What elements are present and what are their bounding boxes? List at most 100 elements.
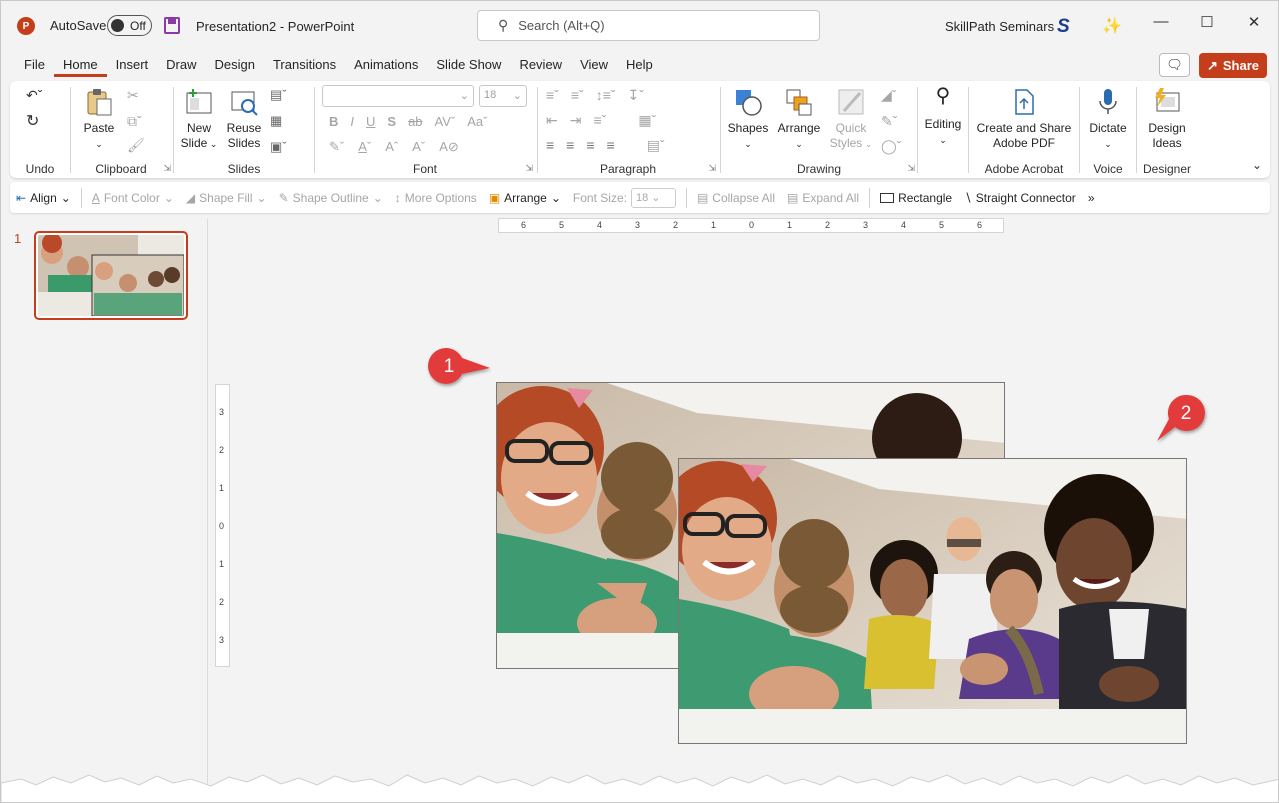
create-share-pdf-button[interactable]: Create and Share Adobe PDF: [973, 87, 1075, 151]
shape-effects-icon[interactable]: ◯ˇ: [881, 138, 901, 155]
paste-button[interactable]: Paste ⌄: [81, 87, 117, 152]
reset-slide-icon[interactable]: ▦: [270, 113, 282, 129]
numbering-icon[interactable]: ≡ˇ: [571, 87, 584, 104]
title-bar: P AutoSave Off Presentation2 - PowerPoin…: [1, 1, 1278, 51]
photo-2[interactable]: [678, 458, 1187, 744]
shape-outline-button[interactable]: ✎ Shape Outline ⌄: [273, 191, 389, 205]
magic-wand-icon[interactable]: ✨: [1102, 16, 1122, 36]
shape-fill-icon[interactable]: ◢ˇ: [881, 87, 896, 104]
drawing-launcher-icon[interactable]: ⇲: [907, 163, 915, 174]
font-color-button[interactable]: A Font Color ⌄: [86, 191, 180, 205]
shape-fill-label: Shape Fill: [199, 190, 253, 205]
collapse-all-button[interactable]: ▤ Collapse All: [691, 191, 781, 205]
decrease-indent-icon[interactable]: ⇤: [546, 112, 558, 129]
arrange-button[interactable]: Arrange ⌄: [775, 87, 823, 152]
tab-file[interactable]: File: [15, 55, 54, 77]
font-size-qat-combo[interactable]: 18 ⌄: [630, 187, 676, 208]
editing-button[interactable]: ⚲ Editing ⌄: [920, 86, 966, 148]
highlight-icon[interactable]: ✎ˇ: [329, 139, 344, 155]
callout-1: 1: [422, 346, 490, 386]
account-name[interactable]: SkillPath Seminars: [945, 19, 1054, 34]
center-icon[interactable]: ≡: [566, 137, 574, 154]
text-direction-icon[interactable]: ↧ˇ: [628, 87, 644, 104]
comments-button[interactable]: 🗨: [1159, 53, 1190, 77]
close-button[interactable]: ✕: [1244, 13, 1264, 31]
ribbon-collapse-icon[interactable]: ⌄: [1252, 158, 1262, 172]
quick-styles-button[interactable]: Quick Styles ⌄: [829, 87, 873, 152]
undo-icon[interactable]: ↶ˇ: [26, 87, 42, 104]
font-size-qat-label: Font Size:: [572, 190, 627, 205]
tab-help[interactable]: Help: [617, 55, 662, 77]
search-box[interactable]: ⚲ Search (Alt+Q): [477, 10, 820, 41]
cut-icon[interactable]: ✂: [127, 87, 139, 104]
straight-connector-button[interactable]: ∖ Straight Connector: [958, 191, 1082, 205]
tab-view[interactable]: View: [571, 55, 617, 77]
font-size-combo[interactable]: 18 ⌄: [479, 85, 527, 107]
copy-icon[interactable]: ⧉ˇ: [127, 113, 142, 130]
tab-home[interactable]: Home: [53, 55, 107, 77]
hruler-label: 3: [863, 220, 869, 230]
tab-design[interactable]: Design: [206, 55, 264, 77]
minimize-button[interactable]: —: [1151, 13, 1171, 30]
italic-icon[interactable]: I: [350, 114, 354, 129]
font-launcher-icon[interactable]: ⇲: [525, 163, 533, 174]
increase-indent-icon[interactable]: ⇥: [570, 112, 582, 129]
tab-transitions[interactable]: Transitions: [264, 55, 345, 77]
section-icon[interactable]: ▣ˇ: [270, 139, 287, 155]
font-color-icon[interactable]: Aˇ: [358, 139, 371, 155]
autosave-toggle[interactable]: Off: [107, 15, 152, 36]
quick-access-toolbar: ⇤ Align ⌄ A Font Color ⌄ ◢ Shape Fill ⌄ ✎ Shape…: [10, 182, 1270, 213]
bold-icon[interactable]: B: [329, 114, 338, 129]
tab-insert[interactable]: Insert: [107, 55, 158, 77]
hruler-label: 5: [939, 220, 945, 230]
shapes-button[interactable]: Shapes ⌄: [727, 87, 769, 152]
autosave-state: Off: [130, 18, 146, 33]
reuse-slides-button[interactable]: Reuse Slides: [224, 87, 264, 151]
case-icon[interactable]: Aaˇ: [467, 114, 487, 129]
document-title: Presentation2 - PowerPoint: [196, 19, 355, 34]
line-spacing-icon[interactable]: ↕≡ˇ: [596, 87, 616, 104]
rectangle-button[interactable]: Rectangle: [874, 191, 958, 205]
paragraph-launcher-icon[interactable]: ⇲: [708, 163, 716, 174]
justify-icon[interactable]: ≡: [607, 137, 615, 154]
share-button[interactable]: ↗ Share: [1199, 53, 1267, 78]
expand-all-button[interactable]: ▤ Expand All: [781, 191, 865, 205]
format-painter-icon[interactable]: 🖌: [127, 137, 145, 154]
maximize-button[interactable]: ☐: [1197, 13, 1217, 31]
layout-icon[interactable]: ▤ˇ: [270, 87, 287, 103]
spacing-icon[interactable]: AVˇ: [435, 114, 456, 129]
font-name-combo[interactable]: ⌄: [322, 85, 474, 107]
account-avatar-icon[interactable]: S: [1057, 16, 1075, 37]
vruler-label: 0: [219, 521, 225, 531]
tab-draw[interactable]: Draw: [157, 55, 205, 77]
strikethrough-icon[interactable]: ab: [408, 114, 422, 129]
more-options-button[interactable]: ↕ More Options: [389, 191, 483, 205]
tab-slide-show[interactable]: Slide Show: [427, 55, 510, 77]
tab-animations[interactable]: Animations: [345, 55, 427, 77]
font-size-up-icon[interactable]: Aˆ: [385, 139, 398, 155]
arrange-qat-button[interactable]: ▣ Arrange ⌄: [483, 191, 567, 205]
slide-thumbnail-image: [38, 235, 184, 316]
align-left-icon[interactable]: ≡: [546, 137, 554, 154]
new-slide-button[interactable]: New Slide ⌄: [178, 87, 220, 152]
font-size-down-icon[interactable]: Aˇ: [412, 139, 425, 155]
smartart-icon[interactable]: ▤ˇ: [647, 137, 665, 154]
shape-fill-button[interactable]: ◢ Shape Fill ⌄: [180, 191, 273, 205]
shape-outline-icon[interactable]: ✎ˇ: [881, 113, 897, 130]
qat-overflow-button[interactable]: »: [1082, 191, 1101, 205]
slide-thumbnail[interactable]: [34, 231, 188, 320]
design-ideas-button[interactable]: Design Ideas: [1141, 87, 1193, 151]
align-text-icon[interactable]: ▦ˇ: [638, 112, 656, 129]
columns-icon[interactable]: ≡ˇ: [593, 112, 606, 129]
shadow-icon[interactable]: S: [387, 114, 396, 129]
save-icon[interactable]: [164, 17, 180, 34]
bullets-icon[interactable]: ≡ˇ: [546, 87, 559, 104]
clipboard-launcher-icon[interactable]: ⇲: [163, 163, 171, 174]
redo-icon[interactable]: ↻: [26, 111, 39, 131]
clear-format-icon[interactable]: A⊘: [439, 139, 459, 155]
align-right-icon[interactable]: ≡: [586, 137, 594, 154]
align-button[interactable]: ⇤ Align ⌄: [10, 191, 77, 205]
tab-review[interactable]: Review: [510, 55, 571, 77]
underline-icon[interactable]: U: [366, 114, 375, 129]
dictate-button[interactable]: Dictate ⌄: [1084, 87, 1132, 152]
